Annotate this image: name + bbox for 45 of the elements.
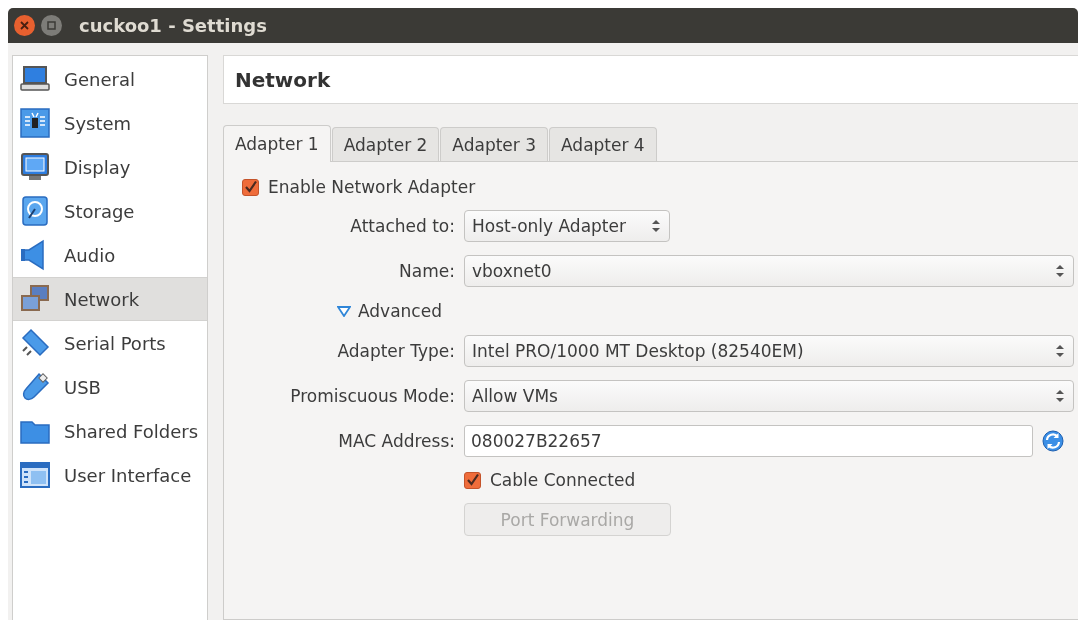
sidebar-item[interactable]: Audio <box>13 233 207 277</box>
page-title: Network <box>235 67 331 92</box>
dropdown[interactable]: vboxnet0 <box>464 255 1074 287</box>
adapter-tab[interactable]: Adapter 4 <box>549 127 657 161</box>
plug-icon <box>19 327 51 359</box>
window-title: cuckoo1 - Settings <box>79 15 267 36</box>
dropdown[interactable]: Intel PRO/1000 MT Desktop (82540EM) <box>464 335 1074 367</box>
field-label: MAC Address: <box>338 431 455 451</box>
sidebar-item[interactable]: Serial Ports <box>13 321 207 365</box>
triangle-icon <box>337 305 351 317</box>
monitor-icon <box>19 151 51 183</box>
dropdown[interactable]: Host-only Adapter <box>464 210 670 242</box>
checkbox-option[interactable]: Enable Network Adapter <box>242 177 476 197</box>
window-icon <box>19 459 51 491</box>
spinner-arrows-icon <box>651 218 661 234</box>
checkbox[interactable] <box>242 178 259 196</box>
sidebar-item[interactable]: USB <box>13 365 207 409</box>
sidebar-item[interactable]: Network <box>13 277 207 321</box>
sidebar-item[interactable]: General <box>13 57 207 101</box>
checkbox-option[interactable]: Cable Connected <box>464 470 636 490</box>
chip-icon <box>19 107 51 139</box>
sidebar-item[interactable]: Storage <box>13 189 207 233</box>
sidebar-item[interactable]: Display <box>13 145 207 189</box>
sidebar-item[interactable]: Shared Folders <box>13 409 207 453</box>
close-icon <box>20 21 29 30</box>
refresh-icon[interactable] <box>1042 430 1064 452</box>
minimize-button[interactable] <box>41 15 62 36</box>
advanced-toggle[interactable]: Advanced <box>224 300 448 322</box>
sidebar-item[interactable]: System <box>13 101 207 145</box>
field-label: Promiscuous Mode: <box>290 386 455 406</box>
square-icon <box>47 21 56 30</box>
close-button[interactable] <box>14 15 35 36</box>
sidebar-item[interactable]: User Interface <box>13 453 207 497</box>
adapter-tab[interactable]: Adapter 1 <box>223 125 331 162</box>
field-label: Name: <box>399 261 455 281</box>
dropdown[interactable]: Allow VMs <box>464 380 1074 412</box>
input-field[interactable]: 080027B22657 <box>464 425 1033 457</box>
adapter-tab[interactable]: Adapter 3 <box>440 127 548 161</box>
spinner-arrows-icon <box>1055 343 1065 359</box>
spinner-arrows-icon <box>1055 263 1065 279</box>
field-label: Attached to: <box>350 216 455 236</box>
spinner-arrows-icon <box>1055 388 1065 404</box>
field-label: Adapter Type: <box>337 341 455 361</box>
adapter-tab[interactable]: Adapter 2 <box>331 127 440 161</box>
checkbox[interactable] <box>464 471 481 489</box>
